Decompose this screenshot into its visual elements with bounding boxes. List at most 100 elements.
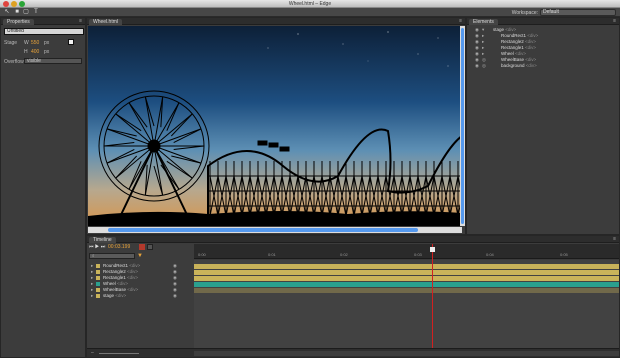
rewind-icon[interactable]: ⏮ (89, 244, 94, 250)
element-name: background (501, 63, 525, 68)
properties-header: Properties ≡ (1, 18, 85, 25)
rectangle-tool-icon[interactable]: ■ (14, 9, 20, 15)
stage-label: Stage (4, 40, 18, 46)
element-tag: <div> (525, 45, 537, 50)
properties-panel: Properties ≡ Untitled Stage W 550 px H 4… (0, 17, 86, 358)
height-value[interactable]: 400 (31, 49, 39, 55)
tab-wheel-html[interactable]: Wheel.html (89, 19, 123, 25)
timeline-panel: Timeline ≡ ⏮ ▶ ⏭ 00:03.199 ⌕ ▼ 0:00 0:01… (86, 235, 620, 358)
lock-icon[interactable]: ◎ (482, 63, 486, 69)
current-time[interactable]: 00:03.199 (108, 244, 130, 250)
stage-color-swatch[interactable] (68, 39, 74, 45)
element-tag: <div> (525, 63, 537, 68)
layer-color-swatch (96, 282, 100, 286)
ruler-tick: 0:03 (414, 252, 422, 257)
auto-keyframe-icon[interactable] (147, 244, 153, 250)
layer-name: Wheel (103, 281, 116, 286)
layer-name: Rectangle2 (103, 269, 126, 274)
tab-timeline[interactable]: Timeline (89, 237, 116, 243)
fast-forward-icon[interactable]: ⏭ (101, 244, 106, 250)
roller-coaster (207, 128, 462, 221)
element-row[interactable]: ◉ ◎ background <div> (471, 63, 617, 69)
play-icon[interactable]: ▶ (95, 244, 99, 250)
element-tag: <div> (527, 33, 539, 38)
zoom-out-icon[interactable]: – (91, 350, 94, 356)
selection-tool-icon[interactable]: ↖ (4, 9, 10, 15)
stage-header: Wheel.html ≡ (87, 18, 465, 25)
overflow-label: Overflow (4, 59, 24, 65)
timeline-header: Timeline ≡ (87, 236, 619, 243)
eye-icon[interactable]: ◉ (173, 293, 177, 299)
timeline-layer-row[interactable]: ▸ stage <div> ◉ (91, 293, 191, 299)
timeline-horizontal-scrollbar[interactable] (194, 351, 619, 356)
stage-horizontal-scrollbar[interactable] (88, 227, 462, 233)
layer-name: Rectangle1 (103, 275, 126, 280)
element-name: Wheel (501, 51, 514, 56)
height-label: H (24, 49, 28, 55)
panel-menu-icon[interactable]: ≡ (613, 18, 616, 24)
record-keyframe-icon[interactable] (139, 244, 145, 250)
layer-tag: <div> (127, 287, 139, 292)
element-tag: <div> (525, 39, 537, 44)
rounded-rectangle-tool-icon[interactable]: ▢ (23, 9, 29, 15)
width-unit[interactable]: px (44, 40, 49, 46)
track-bar[interactable] (194, 264, 619, 269)
panel-menu-icon[interactable]: ≡ (459, 18, 462, 24)
workspace-select[interactable]: Default (540, 9, 616, 16)
track-bar[interactable] (194, 276, 619, 281)
ruler-tick: 0:05 (560, 252, 568, 257)
stage-canvas[interactable] (88, 26, 462, 226)
layer-color-swatch (96, 276, 100, 280)
overflow-select[interactable]: visible (24, 58, 82, 64)
ruler-tick: 0:04 (486, 252, 494, 257)
text-tool-icon[interactable]: T (33, 9, 39, 15)
horizontal-scroll-thumb[interactable] (108, 228, 418, 232)
layer-color-swatch (96, 288, 100, 292)
width-value[interactable]: 550 (31, 40, 39, 46)
layer-name: WheelBase (103, 287, 127, 292)
zoom-slider[interactable] (99, 353, 139, 354)
ferris-wheel (98, 90, 210, 222)
element-name: Rectangle1 (501, 45, 524, 50)
element-tag: <div> (505, 27, 517, 32)
element-name-field[interactable]: Untitled (4, 28, 84, 35)
layer-tag: <div> (127, 269, 139, 274)
element-name: Rectangle2 (501, 39, 524, 44)
panel-menu-icon[interactable]: ≡ (79, 18, 82, 24)
element-name: RoundRect1 (501, 33, 527, 38)
ruler-tick: 0:00 (198, 252, 206, 257)
timeline-ruler[interactable]: 0:00 0:01 0:02 0:03 0:04 0:05 (194, 244, 619, 259)
element-name: WheelBase (501, 57, 525, 62)
element-name: stage (493, 27, 505, 32)
element-tag: <div> (515, 51, 527, 56)
layer-tag: <div> (117, 281, 129, 286)
vertical-scroll-thumb[interactable] (461, 28, 464, 224)
track-bar[interactable] (194, 288, 619, 293)
window-title: Wheel.html – Edge (288, 1, 332, 7)
playhead[interactable] (432, 244, 433, 350)
eye-icon[interactable]: ◉ (475, 63, 479, 69)
layer-tag: <div> (127, 275, 139, 280)
stage-vertical-scrollbar[interactable] (460, 26, 465, 226)
layer-name: RoundRect1 (103, 263, 129, 268)
timeline-tracks[interactable] (194, 260, 619, 348)
ruler-tick: 0:01 (268, 252, 276, 257)
height-unit[interactable]: px (44, 49, 49, 55)
overflow-row: Overflow visible (4, 58, 82, 65)
track-bar[interactable] (194, 270, 619, 275)
track-bar[interactable] (194, 282, 619, 287)
timeline-filter-input[interactable]: ⌕ (89, 253, 135, 259)
layer-color-swatch (96, 264, 100, 268)
playhead-handle[interactable] (430, 247, 435, 252)
tab-properties[interactable]: Properties (3, 19, 34, 25)
layer-tag: <div> (115, 293, 127, 298)
layer-tag: <div> (129, 263, 141, 268)
element-tag: <div> (525, 57, 537, 62)
timeline-footer: – (87, 348, 619, 357)
panel-menu-icon[interactable]: ≡ (613, 236, 616, 242)
width-label: W (24, 40, 29, 46)
stage-size-row: Stage W 550 px (4, 39, 74, 46)
filter-icon[interactable]: ▼ (137, 253, 143, 259)
tab-elements[interactable]: Elements (469, 19, 498, 25)
layer-color-swatch (96, 294, 100, 298)
